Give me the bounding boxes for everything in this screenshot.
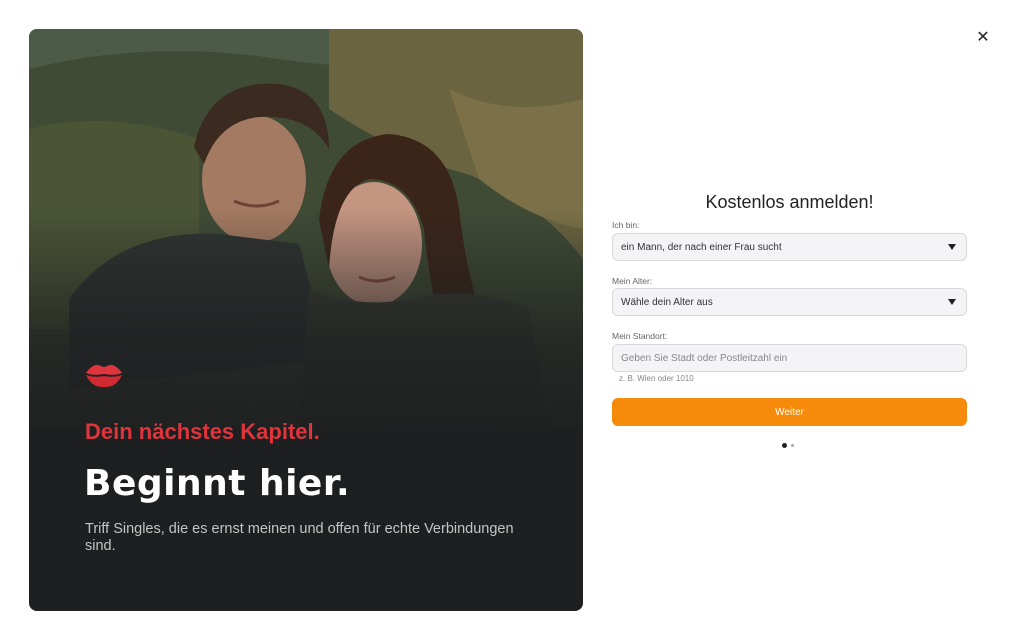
- close-button[interactable]: ✕: [974, 28, 992, 46]
- gender-select-value: ein Mann, der nach einer Frau sucht: [621, 242, 782, 253]
- location-field[interactable]: [612, 344, 967, 372]
- form-title: Kostenlos anmelden!: [705, 192, 874, 212]
- hero-card: Dein nächstes Kapitel. Beginnt hier. Tri…: [29, 29, 583, 611]
- location-input[interactable]: [613, 345, 966, 371]
- age-select[interactable]: Wähle dein Alter aus: [612, 288, 967, 316]
- gender-select[interactable]: ein Mann, der nach einer Frau sucht: [612, 233, 967, 261]
- caret-down-icon: [948, 244, 956, 250]
- hero-tagline: Dein nächstes Kapitel.: [85, 419, 320, 444]
- gender-label: Ich bin:: [612, 220, 640, 230]
- age-select-value: Wähle dein Alter aus: [621, 297, 713, 308]
- photo-fade-overlay: [29, 209, 583, 449]
- lips-logo-icon: [84, 360, 124, 390]
- caret-down-icon: [948, 299, 956, 305]
- continue-button[interactable]: Weiter: [612, 398, 967, 426]
- step-dot-inactive: [791, 444, 794, 447]
- age-label: Mein Alter:: [612, 276, 653, 286]
- location-label: Mein Standort:: [612, 331, 668, 341]
- hero-headline: Beginnt hier.: [84, 463, 351, 504]
- step-dot-active: [782, 443, 787, 448]
- location-hint: z. B. Wien oder 1010: [619, 374, 694, 383]
- hero-subtext: Triff Singles, die es ernst meinen und o…: [85, 521, 514, 554]
